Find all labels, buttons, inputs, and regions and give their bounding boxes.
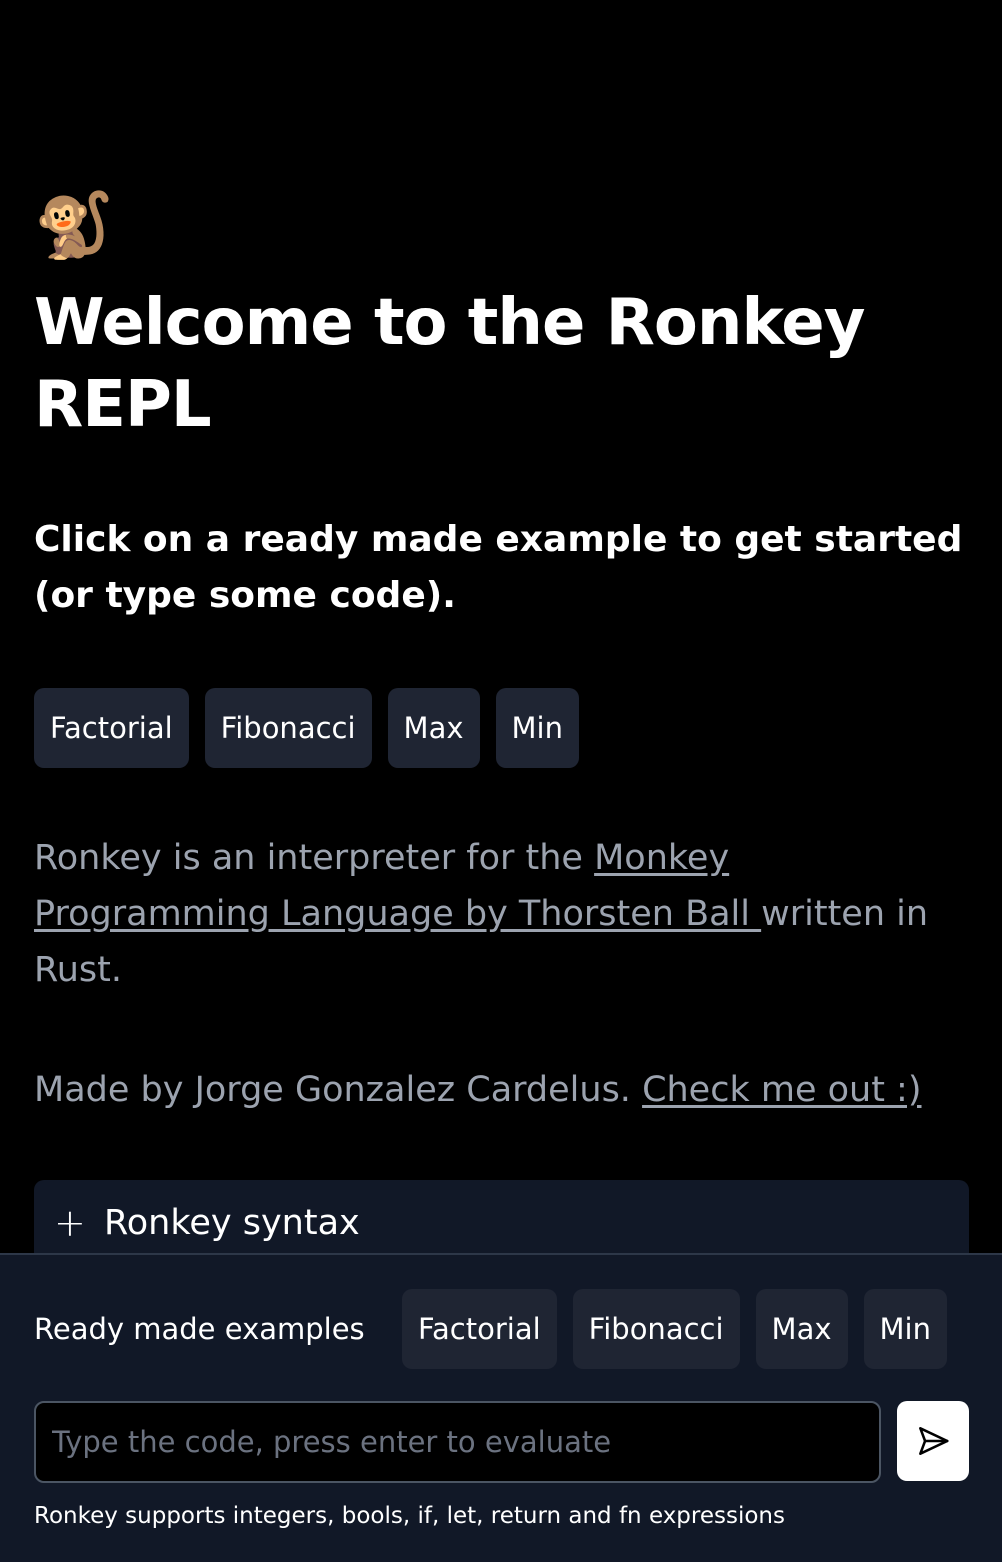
bottom-examples-row: Ready made examples Factorial Fibonacci … (34, 1289, 969, 1369)
example-max-button[interactable]: Max (387, 688, 480, 768)
description: Ronkey is an interpreter for the Monkey … (34, 830, 970, 998)
example-min-button[interactable]: Min (495, 688, 579, 768)
support-hint: Ronkey supports integers, bools, if, let… (34, 1503, 785, 1529)
syntax-accordion-label: Ronkey syntax (104, 1203, 360, 1243)
bottom-bar: Ready made examples Factorial Fibonacci … (0, 1253, 1002, 1562)
bottom-example-min-button[interactable]: Min (863, 1289, 947, 1369)
send-icon (919, 1427, 949, 1455)
bottom-example-max-button[interactable]: Max (755, 1289, 848, 1369)
example-fibonacci-button[interactable]: Fibonacci (204, 688, 372, 768)
monkey-icon: 🐒 (34, 189, 114, 263)
credit-text: Made by Jorge Gonzalez Cardelus. (34, 1070, 643, 1110)
bottom-example-fibonacci-button[interactable]: Fibonacci (572, 1289, 740, 1369)
code-input-row (34, 1401, 969, 1483)
page-title: Welcome to the Ronkey REPL (34, 286, 865, 442)
page: 🐒 Welcome to the Ronkey REPL Click on a … (0, 0, 1002, 1562)
description-prefix: Ronkey is an interpreter for the (34, 838, 595, 878)
check-me-out-link[interactable]: Check me out :) (642, 1070, 921, 1110)
page-subtitle: Click on a ready made example to get sta… (34, 519, 963, 616)
credit: Made by Jorge Gonzalez Cardelus. Check m… (34, 1062, 970, 1118)
bottom-examples-label: Ready made examples (34, 1312, 365, 1346)
bottom-example-buttons: Factorial Fibonacci Max Min (402, 1289, 947, 1369)
example-factorial-button[interactable]: Factorial (34, 688, 189, 768)
example-buttons: Factorial Fibonacci Max Min (34, 688, 970, 768)
main-content: 🐒 Welcome to the Ronkey REPL Click on a … (34, 186, 970, 1118)
plus-icon: + (54, 1201, 86, 1245)
bottom-example-factorial-button[interactable]: Factorial (402, 1289, 557, 1369)
send-button[interactable] (897, 1401, 969, 1481)
code-input[interactable] (34, 1401, 881, 1483)
